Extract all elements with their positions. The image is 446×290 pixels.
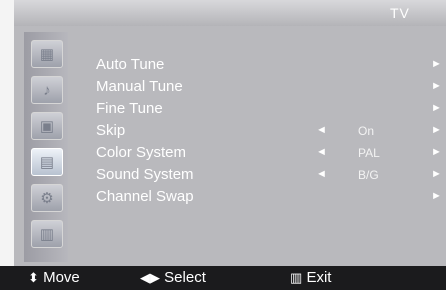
menu-item-label: Fine Tune [96, 100, 163, 117]
menu-title: TV [390, 5, 410, 21]
menu-item-skip[interactable]: Skip ◄ On ► [96, 120, 446, 142]
select-hint: ◀▶ Select [140, 269, 206, 286]
select-label: Select [164, 269, 206, 286]
menu-item-value: B/G [358, 168, 379, 182]
menu-item-manual-tune[interactable]: Manual Tune ► [96, 76, 446, 98]
menu-item-label: Skip [96, 122, 126, 139]
left-right-arrow-icon: ◀▶ [140, 270, 160, 285]
arrow-right-icon: ► [431, 102, 442, 114]
arrow-left-icon[interactable]: ◄ [316, 168, 327, 180]
menu-item-label: Auto Tune [96, 56, 165, 73]
picture-icon[interactable]: ▦ [31, 40, 63, 68]
arrow-right-icon: ► [431, 58, 442, 70]
menu-item-channel-swap[interactable]: Channel Swap ► [96, 186, 446, 208]
menu-item-auto-tune[interactable]: Auto Tune ► [96, 54, 446, 76]
up-down-arrow-icon: ⬍ [28, 270, 39, 285]
exit-hint: ▥ Exit [290, 269, 331, 286]
arrow-right-icon: ► [431, 80, 442, 92]
menu-item-value: On [358, 124, 375, 138]
arrow-right-icon: ► [431, 190, 442, 202]
arrow-right-icon[interactable]: ► [431, 124, 442, 136]
menu-item-label: Channel Swap [96, 188, 194, 205]
arrow-right-icon[interactable]: ► [431, 146, 442, 158]
channel-icon[interactable]: ▤ [31, 148, 63, 176]
tv-menu-panel: TV ▦ ♪ ▣ ▤ ⚙ ▥ Auto Tune ► Manual Tune ►… [14, 0, 446, 290]
menu-title-bar: TV [14, 0, 446, 26]
menu-item-label: Manual Tune [96, 78, 183, 95]
arrow-left-icon[interactable]: ◄ [316, 124, 327, 136]
menu-item-value: PAL [358, 146, 380, 160]
menu-list: Auto Tune ► Manual Tune ► Fine Tune ► Sk… [96, 54, 446, 224]
hint-bar: ⬍ Move ◀▶ Select ▥ Exit [0, 266, 446, 290]
menu-item-fine-tune[interactable]: Fine Tune ► [96, 98, 446, 120]
setup-icon[interactable]: ⚙ [31, 184, 63, 212]
arrow-right-icon[interactable]: ► [431, 168, 442, 180]
move-label: Move [43, 269, 80, 286]
sound-icon[interactable]: ♪ [31, 76, 63, 104]
feature-icon[interactable]: ▥ [31, 220, 63, 248]
menu-item-label: Sound System [96, 166, 194, 183]
move-hint: ⬍ Move [28, 269, 80, 286]
tv-icon[interactable]: ▣ [31, 112, 63, 140]
menu-item-sound-system[interactable]: Sound System ◄ B/G ► [96, 164, 446, 186]
menu-key-icon: ▥ [290, 270, 303, 285]
menu-item-label: Color System [96, 144, 187, 161]
menu-item-color-system[interactable]: Color System ◄ PAL ► [96, 142, 446, 164]
exit-label: Exit [306, 269, 332, 286]
arrow-left-icon[interactable]: ◄ [316, 146, 327, 158]
sidebar: ▦ ♪ ▣ ▤ ⚙ ▥ [24, 32, 68, 262]
